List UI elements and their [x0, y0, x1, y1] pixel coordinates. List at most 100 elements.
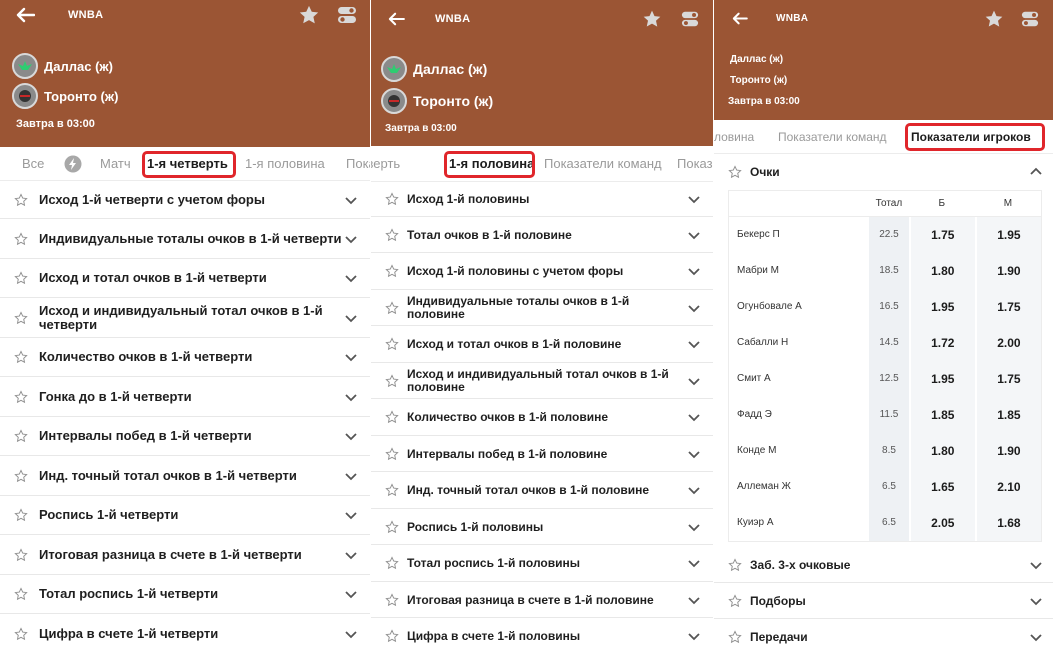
odds-over-cell[interactable]: 1.75 — [910, 216, 975, 253]
market-row[interactable]: Количество очков в 1-й четверти — [0, 338, 370, 377]
chevron-up-icon[interactable] — [1029, 165, 1043, 179]
market-row[interactable]: Исход и тотал очков в 1-й половине — [371, 326, 713, 363]
star-outline-icon[interactable] — [728, 557, 742, 572]
favorite-star-icon[interactable] — [641, 8, 663, 30]
market-row[interactable]: Индивидуальные тоталы очков в 1-й полови… — [371, 290, 713, 326]
market-row[interactable]: Роспись 1-й четверти — [0, 496, 370, 535]
star-outline-icon[interactable] — [385, 446, 399, 461]
settings-toggle-icon[interactable] — [336, 4, 358, 26]
star-outline-icon[interactable] — [385, 300, 399, 315]
tab-team-stats[interactable]: Пока — [346, 147, 370, 181]
star-outline-icon[interactable] — [385, 556, 399, 570]
market-row[interactable]: Тотал роспись 1-й четверти — [0, 575, 370, 614]
odds-under-cell[interactable]: 2.10 — [976, 468, 1041, 505]
star-outline-icon[interactable] — [385, 192, 399, 206]
back-arrow-icon[interactable] — [385, 8, 407, 30]
market-row[interactable]: Инд. точный тотал очков в 1-й половине — [371, 472, 713, 509]
market-row[interactable]: Исход и индивидуальный тотал очков в 1-й… — [371, 363, 713, 399]
chevron-down-icon[interactable] — [687, 228, 701, 242]
star-outline-icon[interactable] — [14, 626, 28, 641]
back-arrow-icon[interactable] — [728, 7, 750, 29]
chevron-down-icon[interactable] — [687, 410, 701, 424]
odds-under-cell[interactable]: 1.75 — [976, 360, 1041, 397]
market-row[interactable]: Гонка до в 1-й четверти — [0, 377, 370, 417]
chevron-down-icon[interactable] — [687, 192, 701, 206]
star-outline-icon[interactable] — [385, 373, 399, 388]
market-row[interactable]: Роспись 1-й половины — [371, 509, 713, 545]
market-row[interactable]: Исход 1-й четверти с учетом форы — [0, 181, 370, 219]
chevron-down-icon[interactable] — [344, 627, 358, 641]
star-outline-icon[interactable] — [14, 587, 28, 601]
star-outline-icon[interactable] — [14, 468, 28, 483]
star-outline-icon[interactable] — [385, 483, 399, 497]
odds-under-cell[interactable]: 1.95 — [976, 216, 1041, 253]
odds-over-cell[interactable]: 1.80 — [910, 432, 975, 469]
odds-under-cell[interactable]: 1.90 — [976, 432, 1041, 469]
odds-under-cell[interactable]: 1.75 — [976, 288, 1041, 325]
chevron-down-icon[interactable] — [687, 447, 701, 461]
chevron-down-icon[interactable] — [1029, 558, 1043, 572]
section-row[interactable]: Передачи — [714, 619, 1053, 650]
chevron-down-icon[interactable] — [687, 301, 701, 315]
chevron-down-icon[interactable] — [344, 311, 358, 325]
chevron-down-icon[interactable] — [344, 469, 358, 483]
market-row[interactable]: Итоговая разница в счете в 1-й половине — [371, 582, 713, 618]
odds-under-cell[interactable]: 1.90 — [976, 252, 1041, 289]
lightning-icon[interactable] — [64, 155, 82, 173]
market-row[interactable]: Исход и индивидуальный тотал очков в 1-й… — [0, 298, 370, 338]
odds-under-cell[interactable]: 1.68 — [976, 504, 1041, 541]
odds-over-cell[interactable]: 1.95 — [910, 360, 975, 397]
section-row[interactable]: Подборы — [714, 583, 1053, 619]
tab-team-stats[interactable]: Показатели команд — [778, 120, 887, 154]
chevron-down-icon[interactable] — [344, 193, 358, 207]
chevron-down-icon[interactable] — [1029, 594, 1043, 608]
market-row[interactable]: Тотал очков в 1-й половине — [371, 217, 713, 253]
star-outline-icon[interactable] — [14, 310, 28, 325]
star-outline-icon[interactable] — [14, 271, 28, 285]
star-outline-icon[interactable] — [385, 264, 399, 278]
tab-match[interactable]: Матч — [100, 147, 131, 181]
chevron-down-icon[interactable] — [344, 271, 358, 285]
odds-over-cell[interactable]: 1.65 — [910, 468, 975, 505]
market-row[interactable]: Тотал роспись 1-й половины — [371, 545, 713, 582]
tab-1st-quarter[interactable]: четверть — [371, 146, 400, 182]
chevron-down-icon[interactable] — [344, 429, 358, 443]
settings-toggle-icon[interactable] — [679, 8, 701, 30]
chevron-down-icon[interactable] — [344, 508, 358, 522]
odds-under-cell[interactable]: 2.00 — [976, 324, 1041, 361]
star-outline-icon[interactable] — [14, 389, 28, 404]
chevron-down-icon[interactable] — [687, 483, 701, 497]
star-outline-icon[interactable] — [728, 629, 742, 644]
market-row[interactable]: Цифра в счете 1-й половины — [371, 618, 713, 650]
tab-1st-half[interactable]: ловина — [714, 120, 754, 154]
market-row[interactable]: Исход 1-й половины — [371, 182, 713, 217]
market-row[interactable]: Индивидуальные тоталы очков в 1-й четвер… — [0, 219, 370, 259]
odds-over-cell[interactable]: 1.80 — [910, 252, 975, 289]
section-row[interactable]: Заб. 3-х очковые — [714, 547, 1053, 583]
settings-toggle-icon[interactable] — [1019, 8, 1041, 30]
chevron-down-icon[interactable] — [687, 264, 701, 278]
favorite-star-icon[interactable] — [983, 8, 1005, 30]
section-points-header[interactable]: Очки — [714, 154, 1053, 190]
chevron-down-icon[interactable] — [344, 587, 358, 601]
tab-team-stats[interactable]: Показатели команд — [544, 146, 662, 182]
chevron-down-icon[interactable] — [344, 390, 358, 404]
chevron-down-icon[interactable] — [687, 374, 701, 388]
back-arrow-icon[interactable] — [14, 4, 36, 26]
market-row[interactable]: Исход и тотал очков в 1-й четверти — [0, 259, 370, 298]
chevron-down-icon[interactable] — [1029, 630, 1043, 644]
tab-player-stats[interactable]: Показ — [677, 146, 713, 182]
chevron-down-icon[interactable] — [687, 593, 701, 607]
market-row[interactable]: Цифра в счете 1-й четверти — [0, 614, 370, 650]
star-outline-icon[interactable] — [14, 231, 28, 246]
star-outline-icon[interactable] — [14, 547, 28, 562]
star-outline-icon[interactable] — [14, 508, 28, 522]
star-outline-icon[interactable] — [14, 429, 28, 443]
star-outline-icon[interactable] — [385, 337, 399, 351]
star-outline-icon[interactable] — [385, 592, 399, 607]
market-row[interactable]: Исход 1-й половины с учетом форы — [371, 253, 713, 290]
chevron-down-icon[interactable] — [687, 520, 701, 534]
odds-under-cell[interactable]: 1.85 — [976, 396, 1041, 433]
market-row[interactable]: Количество очков в 1-й половине — [371, 399, 713, 436]
chevron-down-icon[interactable] — [344, 350, 358, 364]
